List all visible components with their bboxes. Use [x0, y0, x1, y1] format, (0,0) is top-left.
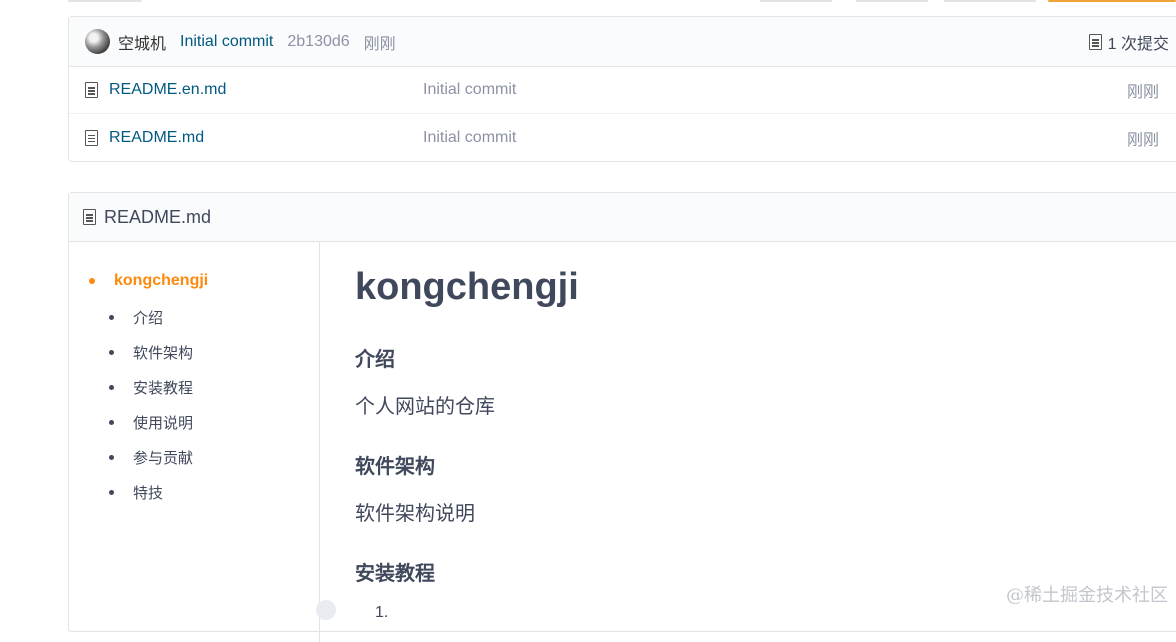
toc-root-label: kongchengji: [114, 272, 208, 290]
file-icon: [85, 130, 98, 146]
section-body: 个人网站的仓库: [355, 390, 495, 419]
bullet-icon: [109, 490, 114, 495]
toc-item-label: 安装教程: [133, 377, 193, 398]
clone-button-stub[interactable]: [1048, 0, 1176, 2]
commit-time: 刚刚: [364, 30, 396, 54]
bullet-icon: [109, 455, 114, 460]
bullet-icon: [109, 315, 114, 320]
readme-panel: README.md kongchengji 介绍 软件架构 安装教程 使用说明 …: [68, 192, 1176, 632]
toolbar-button-stub[interactable]: [856, 0, 928, 2]
bullet-icon: [109, 420, 114, 425]
toc-item-label: 软件架构: [133, 342, 193, 363]
toc-root-item[interactable]: kongchengji: [89, 272, 208, 290]
doc-icon: [83, 209, 96, 225]
commit-author[interactable]: 空城机: [118, 30, 166, 54]
section-heading: 安装教程: [355, 557, 435, 586]
toc-item[interactable]: 介绍: [109, 307, 163, 328]
toc-item[interactable]: 特技: [109, 482, 163, 503]
watermark: @稀土掘金技术社区: [1006, 581, 1168, 607]
file-time: 刚刚: [1127, 78, 1159, 102]
avatar[interactable]: [85, 29, 110, 54]
file-list-panel: 空城机 Initial commit 2b130d6 刚刚 1 次提交 READ…: [68, 16, 1176, 162]
file-row[interactable]: README.md Initial commit 刚刚: [69, 114, 1176, 161]
commit-count-label: 1 次提交: [1108, 30, 1169, 54]
file-icon: [85, 82, 98, 98]
file-time: 刚刚: [1127, 126, 1159, 150]
file-commit-message[interactable]: Initial commit: [423, 129, 516, 147]
latest-commit-bar: 空城机 Initial commit 2b130d6 刚刚 1 次提交: [69, 17, 1176, 67]
bullet-icon: [109, 350, 114, 355]
section-heading: 软件架构: [355, 450, 435, 479]
ordered-list-start: 1.: [375, 604, 388, 622]
commit-sha[interactable]: 2b130d6: [287, 33, 349, 51]
file-name-link[interactable]: README.en.md: [109, 81, 226, 99]
section-heading: 介绍: [355, 343, 395, 372]
toc-item-label: 使用说明: [133, 412, 193, 433]
toolbar-button-stub[interactable]: [944, 0, 1036, 2]
bullet-icon: [89, 278, 95, 284]
toolbar-button-stub[interactable]: [760, 0, 832, 2]
commit-count-link[interactable]: 1 次提交: [1089, 17, 1169, 67]
file-name-link[interactable]: README.md: [109, 129, 204, 147]
commit-message-link[interactable]: Initial commit: [180, 33, 273, 51]
readme-header: README.md: [69, 193, 1176, 242]
toc-item[interactable]: 安装教程: [109, 377, 193, 398]
toolbar-button-stub[interactable]: [68, 0, 142, 2]
scroll-to-top-button[interactable]: [316, 600, 336, 620]
file-commit-message[interactable]: Initial commit: [423, 81, 516, 99]
toc-item[interactable]: 参与贡献: [109, 447, 193, 468]
toc-item-label: 介绍: [133, 307, 163, 328]
toc-item[interactable]: 软件架构: [109, 342, 193, 363]
toc-item-label: 特技: [133, 482, 163, 503]
readme-filename: README.md: [104, 207, 211, 228]
toc-item-label: 参与贡献: [133, 447, 193, 468]
toc-item[interactable]: 使用说明: [109, 412, 193, 433]
file-row[interactable]: README.en.md Initial commit 刚刚: [69, 67, 1176, 114]
doc-icon: [1089, 34, 1102, 50]
section-body: 软件架构说明: [355, 497, 475, 526]
readme-toc: kongchengji 介绍 软件架构 安装教程 使用说明 参与贡献 特技: [69, 242, 320, 642]
bullet-icon: [109, 385, 114, 390]
readme-title: kongchengji: [355, 266, 579, 309]
